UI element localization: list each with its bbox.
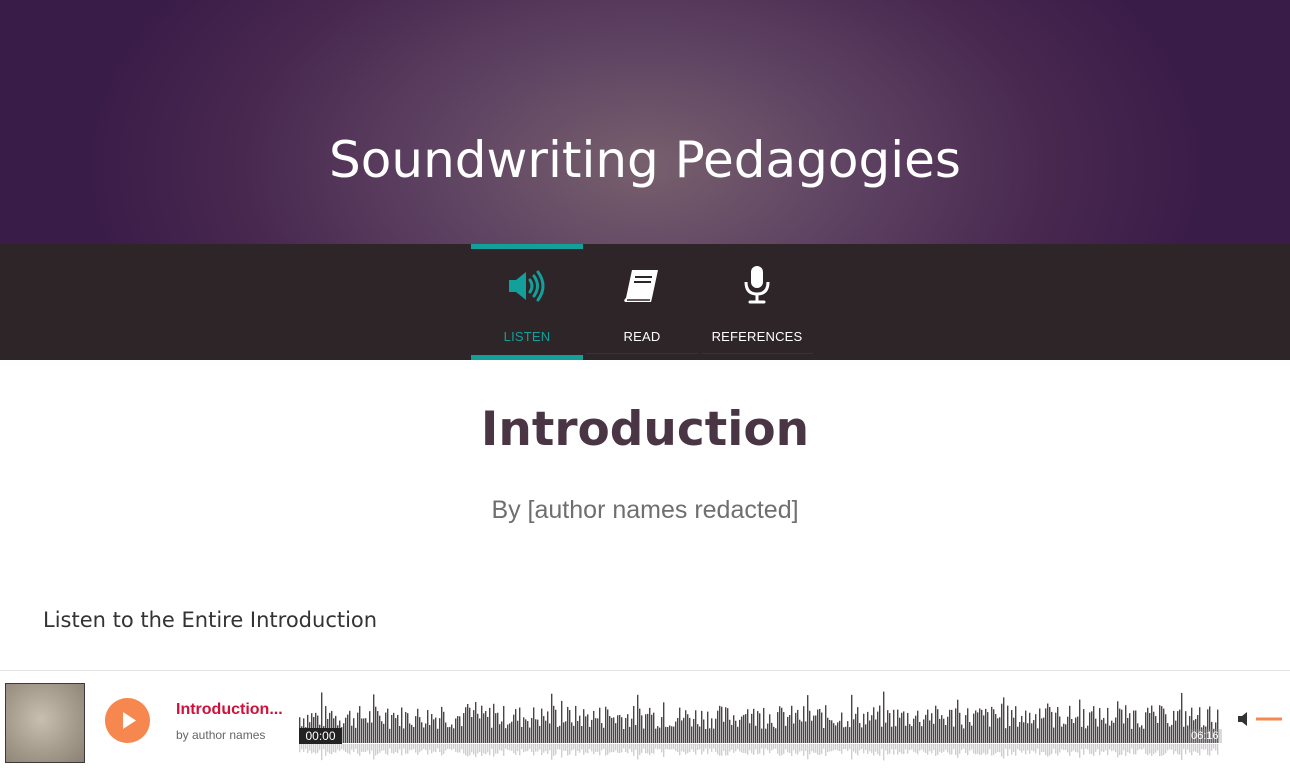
audio-player: Introduction... by author names 00:00 06…	[0, 670, 1290, 774]
tab-references[interactable]: REFERENCES	[701, 244, 813, 360]
current-time: 00:00	[299, 728, 342, 744]
volume-control[interactable]	[1236, 709, 1286, 729]
section-nav: LISTEN READ REFERENCES	[0, 244, 1290, 360]
total-duration: 06:16	[1188, 729, 1222, 743]
microphone-icon	[744, 266, 770, 304]
tab-top-spacer	[701, 244, 813, 249]
tab-underline	[586, 353, 698, 354]
play-icon	[123, 712, 136, 729]
active-indicator-top	[471, 244, 583, 249]
tab-read[interactable]: READ	[586, 244, 698, 360]
track-author[interactable]: by author names	[176, 728, 265, 742]
volume-icon	[1238, 712, 1247, 726]
site-title: Soundwriting Pedagogies	[329, 131, 961, 189]
tab-references-label: REFERENCES	[711, 329, 803, 344]
active-indicator-bottom	[471, 355, 583, 360]
tab-underline	[701, 353, 813, 354]
listen-section-heading: Listen to the Entire Introduction	[43, 608, 378, 632]
waveform-seekbar[interactable]	[299, 683, 1219, 763]
speaker-icon	[509, 270, 545, 302]
book-icon	[624, 270, 658, 302]
track-title[interactable]: Introduction...	[176, 701, 288, 719]
tab-listen[interactable]: LISTEN	[471, 244, 583, 360]
track-artwork[interactable]	[5, 683, 85, 763]
page-title: Introduction	[480, 402, 810, 457]
tab-top-spacer	[586, 244, 698, 249]
tab-read-label: READ	[623, 329, 661, 344]
site-header: Soundwriting Pedagogies	[0, 0, 1290, 244]
author-byline: By [author names redacted]	[491, 496, 799, 524]
play-button[interactable]	[105, 698, 150, 743]
tab-listen-label: LISTEN	[503, 329, 551, 344]
